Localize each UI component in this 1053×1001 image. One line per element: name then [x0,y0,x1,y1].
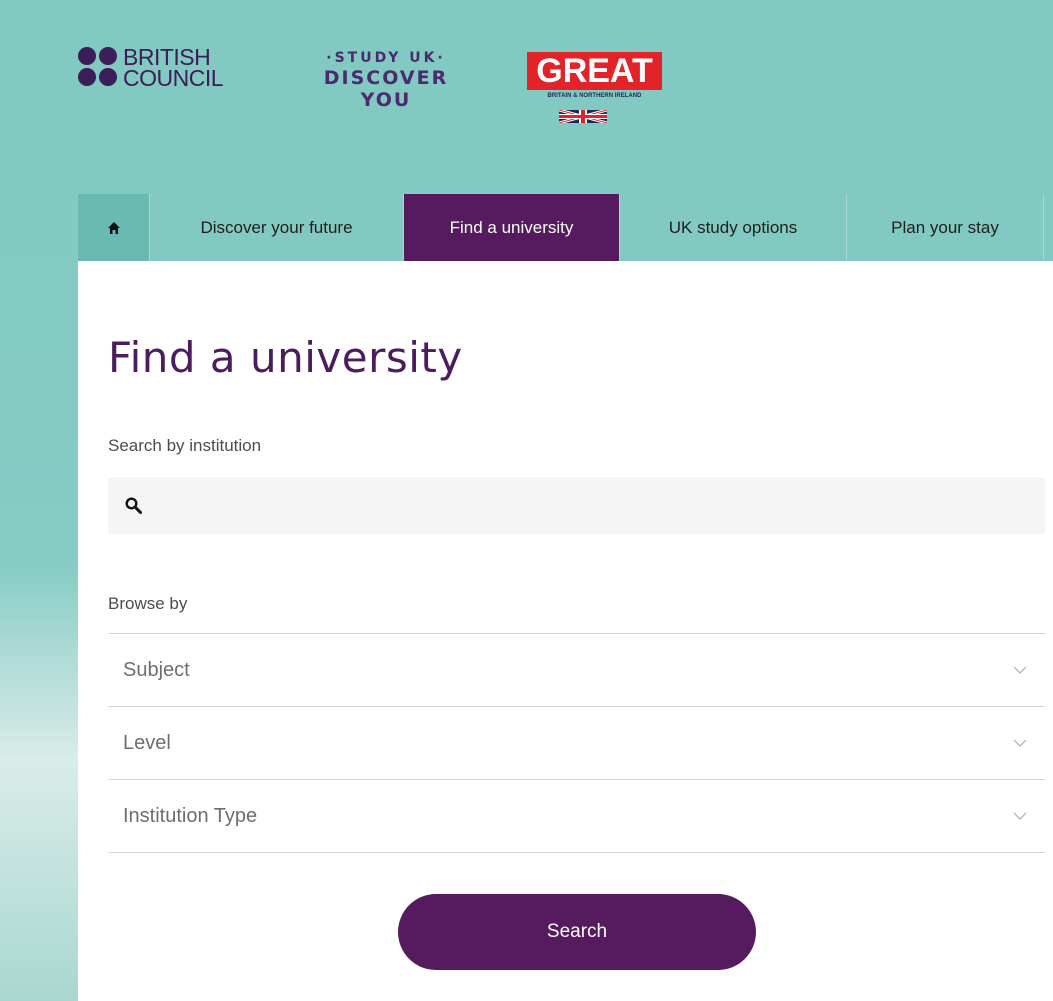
nav-item-discover-your-future[interactable]: Discover your future [150,194,404,261]
site-header: BRITISH COUNCIL ·STUDY UK· DISCOVER YOU … [0,0,1053,195]
filter-institution-type-label: Institution Type [123,804,258,827]
browse-filters: Subject Level Institution Type [108,633,1045,853]
main-content: Find a university Search by institution … [78,261,1053,1001]
great-word: GREAT [527,52,662,90]
filter-level-label: Level [123,731,171,754]
study-uk-line3: YOU [360,89,412,111]
union-flag-icon [559,110,607,123]
nav-home[interactable] [78,194,150,261]
filter-subject-label: Subject [123,658,190,681]
british-council-dots-icon [78,47,117,86]
british-council-line2: COUNCIL [123,65,224,91]
search-label: Search by institution [108,436,262,455]
nav-item-plan-your-stay[interactable]: Plan your stay [847,194,1044,261]
chevron-down-icon [1013,812,1027,820]
nav-item-uk-study-options[interactable]: UK study options [620,194,847,261]
search-icon [125,497,142,514]
chevron-down-icon [1013,739,1027,747]
search-box[interactable] [108,477,1045,534]
study-uk-line2: DISCOVER [323,67,449,89]
british-council-logo[interactable]: BRITISH COUNCIL [78,46,224,91]
browse-by-label: Browse by [108,594,188,613]
page-title: Find a university [108,333,463,382]
study-uk-line1: ·STUDY UK· [326,50,446,66]
chevron-down-icon [1013,666,1027,674]
filter-institution-type[interactable]: Institution Type [108,780,1045,853]
home-icon [107,221,120,234]
institution-search-input[interactable] [150,484,1045,527]
great-britain-logo[interactable]: GREAT BRITAIN & NORTHERN IRELAND [527,52,662,130]
filter-level[interactable]: Level [108,707,1045,780]
search-button[interactable]: Search [398,894,756,970]
nav-item-find-a-university[interactable]: Find a university [404,194,620,261]
filter-subject[interactable]: Subject [108,634,1045,707]
main-nav: Discover your future Find a university U… [78,194,1053,261]
study-uk-logo[interactable]: ·STUDY UK· DISCOVER YOU [310,49,462,111]
great-subtitle: BRITAIN & NORTHERN IRELAND [547,93,642,99]
